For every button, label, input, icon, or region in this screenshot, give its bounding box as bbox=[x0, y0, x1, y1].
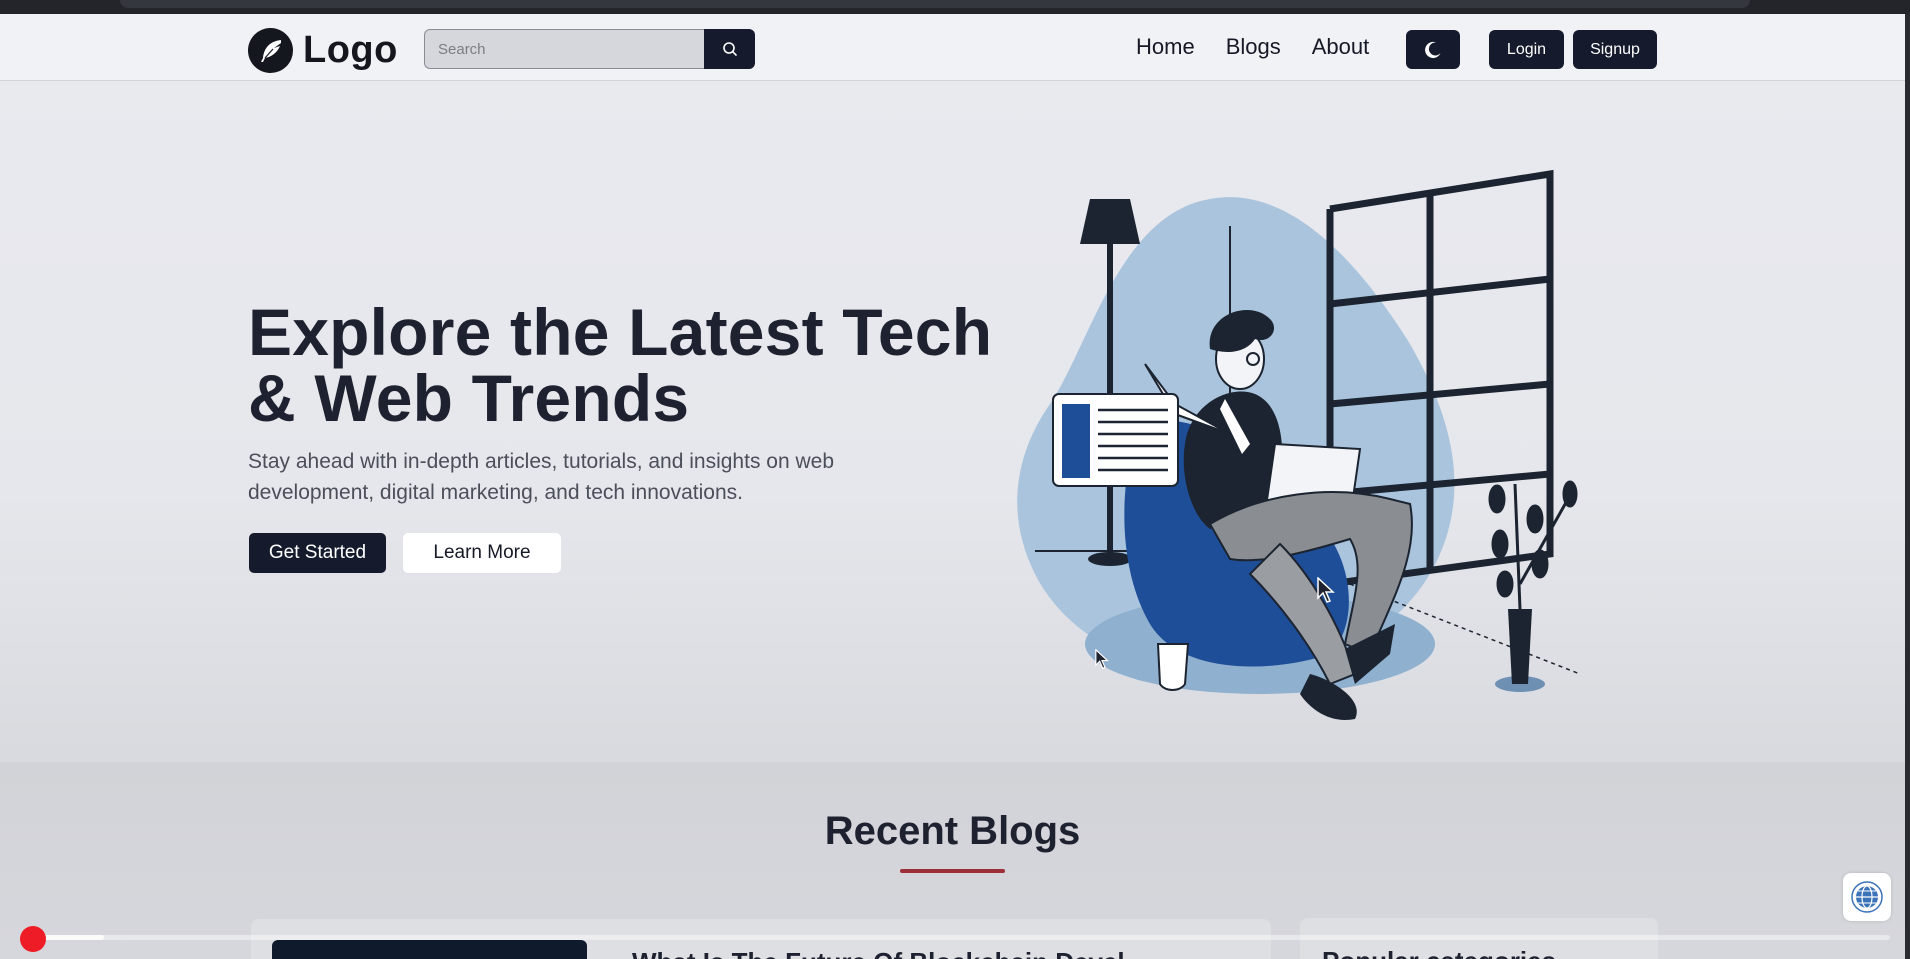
navbar: Logo Home Blogs About Login Signup bbox=[0, 14, 1905, 81]
video-scrubber-handle[interactable] bbox=[20, 926, 46, 952]
feather-icon bbox=[248, 28, 293, 73]
nav-link-home[interactable]: Home bbox=[1136, 34, 1195, 60]
mouse-cursor-icon bbox=[1317, 577, 1335, 603]
theme-toggle-button[interactable] bbox=[1406, 30, 1460, 69]
nav-link-about[interactable]: About bbox=[1312, 34, 1370, 60]
nav-links: Home Blogs About bbox=[1136, 34, 1369, 60]
search-button[interactable] bbox=[704, 29, 755, 69]
get-started-button[interactable]: Get Started bbox=[249, 533, 386, 573]
video-progress-track[interactable] bbox=[30, 935, 1890, 940]
search-icon bbox=[722, 42, 737, 56]
blog-thumbnail[interactable] bbox=[272, 940, 587, 959]
hero-title: Explore the Latest Tech & Web Trends bbox=[248, 295, 993, 435]
blog-title[interactable]: What Is The Future Of Blockchain Devel..… bbox=[632, 947, 1146, 959]
scrollbar[interactable] bbox=[1905, 14, 1910, 959]
login-button[interactable]: Login bbox=[1489, 30, 1564, 69]
categories-title: Popular categories bbox=[1322, 946, 1556, 959]
moon-icon bbox=[1425, 41, 1441, 58]
globe-icon[interactable] bbox=[1843, 873, 1891, 921]
learn-more-button[interactable]: Learn More bbox=[403, 533, 561, 573]
signup-button[interactable]: Signup bbox=[1573, 30, 1657, 69]
logo-text: Logo bbox=[303, 29, 398, 71]
title-underline bbox=[900, 869, 1005, 873]
recent-blogs-title: Recent Blogs bbox=[824, 809, 1081, 853]
browser-top-strip bbox=[0, 0, 1910, 14]
search-bar bbox=[424, 29, 755, 69]
search-input[interactable] bbox=[424, 29, 704, 69]
mouse-cursor-icon bbox=[1095, 649, 1109, 669]
logo[interactable]: Logo bbox=[248, 28, 398, 73]
page: Logo Home Blogs About Login Signup Explo… bbox=[0, 14, 1905, 959]
nav-link-blogs[interactable]: Blogs bbox=[1226, 34, 1281, 60]
hero-subtitle: Stay ahead with in-depth articles, tutor… bbox=[248, 450, 835, 504]
